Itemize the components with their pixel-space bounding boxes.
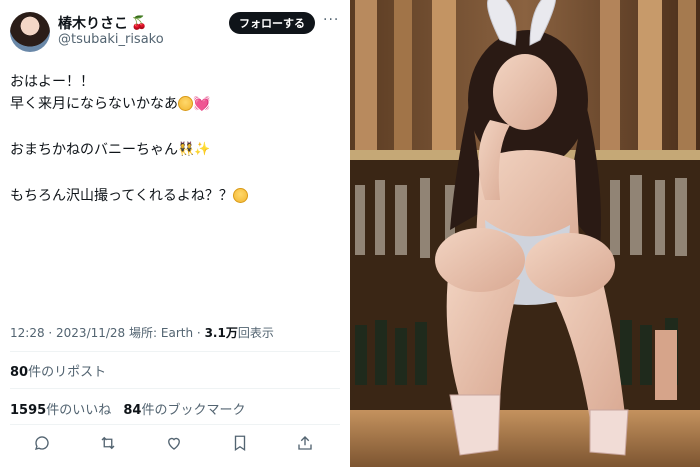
- bunny-dancers-icon: 👯: [178, 142, 195, 157]
- likes-label: 件のいいね: [46, 403, 112, 418]
- tweet-panel: 椿木りさこ 🍒 @tsubaki_risako フォローする ··· おはよー！…: [0, 0, 350, 467]
- share-icon[interactable]: [294, 432, 316, 454]
- tweet-line-1: おはよー！！: [10, 73, 94, 91]
- tweet-line-4: もちろん沢山撮ってくれるよね？？: [10, 187, 248, 205]
- pleading-face-icon: [232, 187, 248, 203]
- bookmarks-label: 件のブックマーク: [141, 403, 246, 418]
- tweet-text-4: もちろん沢山撮ってくれるよね？？: [10, 188, 233, 204]
- tweet-line-3: おまちかねのバニーちゃん👯✨: [10, 141, 210, 159]
- reposts-count: 80: [10, 365, 29, 380]
- heart-icon: 💓: [193, 96, 211, 112]
- reply-icon[interactable]: [31, 432, 53, 454]
- bookmark-icon[interactable]: [229, 432, 251, 454]
- sparkles-icon: ✨: [194, 142, 211, 157]
- likes-count: 1595: [10, 403, 47, 418]
- repost-icon[interactable]: [97, 432, 119, 454]
- tweet-photo[interactable]: [350, 0, 700, 467]
- location: 場所: Earth: [129, 326, 194, 340]
- meta-separator: ·: [196, 326, 201, 340]
- divider: [10, 351, 340, 352]
- cherry-emoji: 🍒: [131, 15, 148, 31]
- likes-stat[interactable]: 1595件のいいね: [10, 403, 111, 418]
- avatar[interactable]: [10, 12, 50, 52]
- divider: [10, 424, 340, 425]
- reposts-label: 件のリポスト: [28, 365, 107, 380]
- views-label: 回表示: [237, 326, 274, 340]
- tweet-text-2: 早く来月にならないかなあ: [10, 96, 178, 112]
- handle[interactable]: @tsubaki_risako: [58, 32, 164, 47]
- pleading-face-icon: [178, 95, 193, 111]
- tweet-text-3: おまちかねのバニーちゃん: [10, 142, 178, 158]
- views-count: 3.1万: [204, 326, 238, 340]
- engagement-stats: 1595件のいいね 84件のブックマーク: [10, 399, 245, 418]
- name-row: 椿木りさこ 🍒: [58, 13, 147, 33]
- reposts-stat[interactable]: 80件のリポスト: [10, 361, 106, 380]
- tweet-line-2: 早く来月にならないかなあ 💓: [10, 95, 210, 113]
- divider: [10, 388, 340, 389]
- bookmarks-count: 84: [123, 403, 142, 418]
- timestamp[interactable]: 12:28 · 2023/11/28: [10, 326, 125, 340]
- tweet-text-1: おはよー！！: [10, 74, 94, 90]
- follow-button[interactable]: フォローする: [229, 12, 315, 34]
- display-name[interactable]: 椿木りさこ: [58, 13, 128, 33]
- bookmarks-stat[interactable]: 84件のブックマーク: [123, 403, 245, 418]
- bunny-girl-photo: [350, 0, 700, 467]
- action-bar: [0, 432, 350, 456]
- more-options-icon[interactable]: ···: [323, 12, 339, 28]
- like-icon[interactable]: [163, 432, 185, 454]
- tweet-meta: 12:28 · 2023/11/28 場所: Earth · 3.1万回表示: [10, 324, 274, 341]
